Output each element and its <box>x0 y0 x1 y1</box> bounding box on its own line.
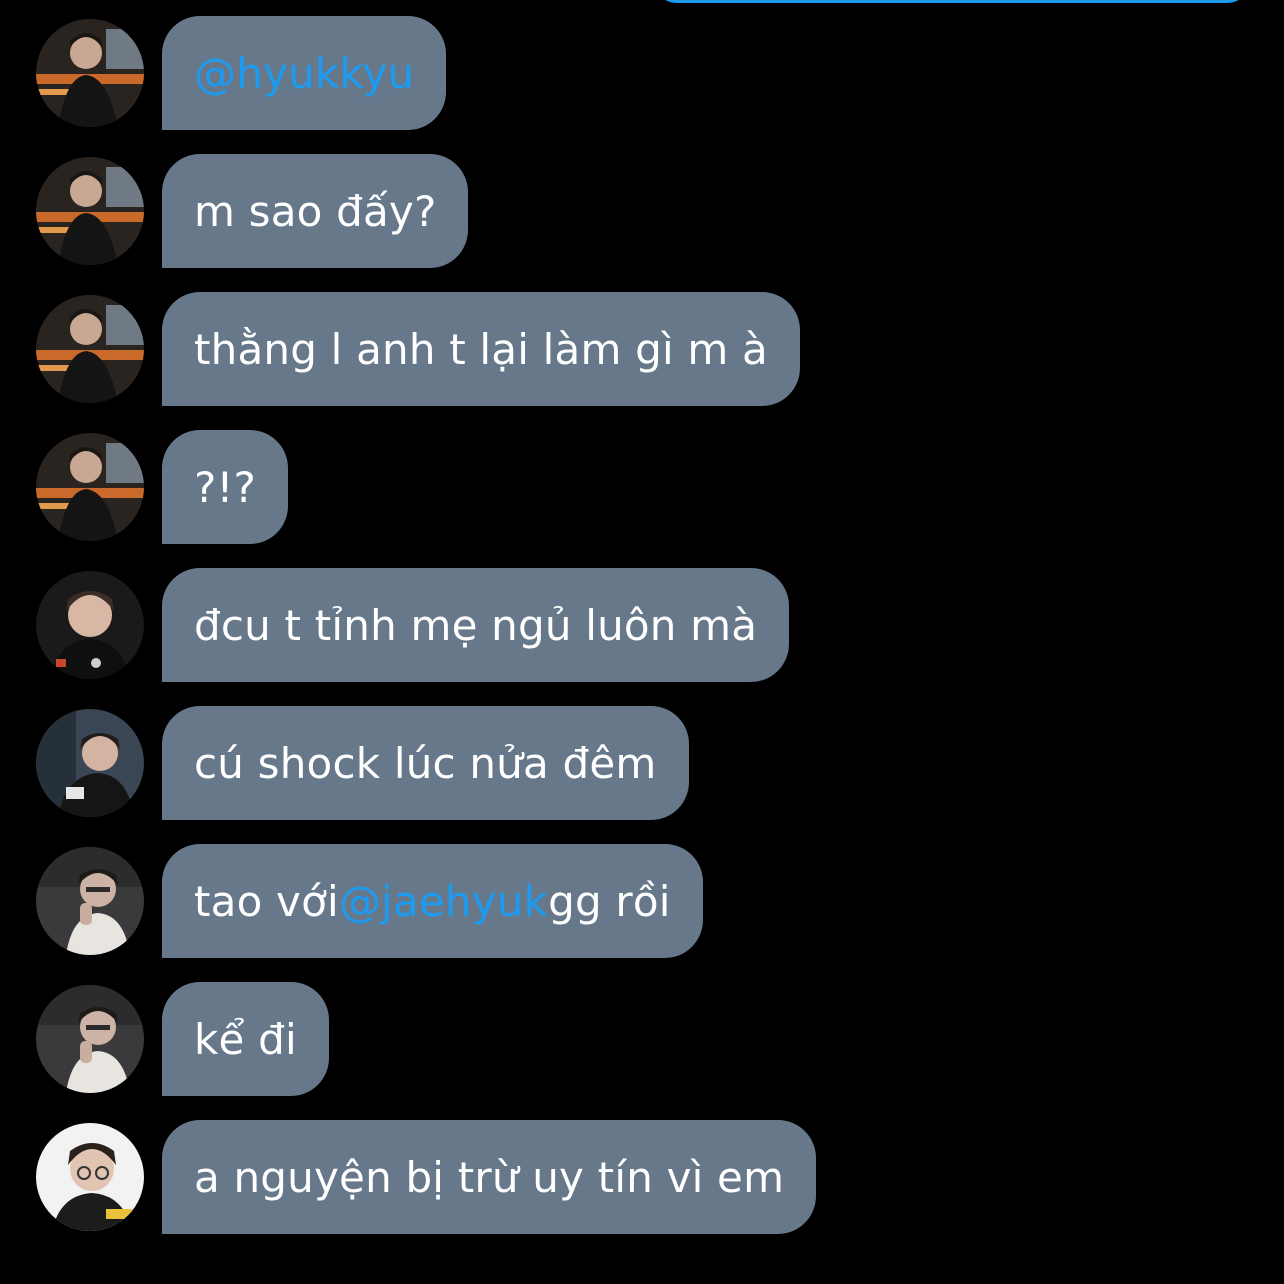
message-row: m sao đấy? <box>0 154 1284 268</box>
message-row: cú shock lúc nửa đêm <box>0 706 1284 820</box>
message-row: kể đi <box>0 982 1284 1096</box>
message-text: đcu t tỉnh mẹ ngủ luôn mà <box>194 600 758 650</box>
message-row: ?!? <box>0 430 1284 544</box>
message-text: a nguyện bị trừ uy tín vì em <box>194 1152 785 1202</box>
user-avatar[interactable] <box>36 985 144 1093</box>
message-text: ?!? <box>194 462 257 512</box>
message-thread: @hyukkyu m sao đấy? thằng l anh t lại là… <box>0 16 1284 1258</box>
message-text: m sao đấy? <box>194 186 437 236</box>
message-bubble[interactable]: tao với @jaehyuk gg rồi <box>162 844 703 958</box>
user-avatar[interactable] <box>36 433 144 541</box>
mention-link[interactable]: @jaehyuk <box>339 877 548 926</box>
user-avatar[interactable] <box>36 19 144 127</box>
user-avatar[interactable] <box>36 295 144 403</box>
message-row: a nguyện bị trừ uy tín vì em <box>0 1120 1284 1234</box>
user-avatar[interactable] <box>36 709 144 817</box>
message-row: tao với @jaehyuk gg rồi <box>0 844 1284 958</box>
message-row: đcu t tỉnh mẹ ngủ luôn mà <box>0 568 1284 682</box>
message-bubble[interactable]: @hyukkyu <box>162 16 447 130</box>
message-text: thằng l anh t lại làm gì m à <box>194 324 768 374</box>
user-avatar[interactable] <box>36 157 144 265</box>
mention-link[interactable]: @hyukkyu <box>194 49 414 98</box>
message-text: gg rồi <box>548 876 671 926</box>
message-row: thằng l anh t lại làm gì m à <box>0 292 1284 406</box>
message-text: tao với <box>194 876 339 926</box>
message-bubble[interactable]: kể đi <box>162 982 329 1096</box>
user-avatar[interactable] <box>36 571 144 679</box>
message-text: cú shock lúc nửa đêm <box>194 738 657 788</box>
user-avatar[interactable] <box>36 1123 144 1231</box>
message-bubble[interactable]: m sao đấy? <box>162 154 469 268</box>
message-bubble[interactable]: a nguyện bị trừ uy tín vì em <box>162 1120 817 1234</box>
message-bubble[interactable]: cú shock lúc nửa đêm <box>162 706 689 820</box>
message-bubble[interactable]: đcu t tỉnh mẹ ngủ luôn mà <box>162 568 790 682</box>
user-avatar[interactable] <box>36 847 144 955</box>
message-text: kể đi <box>194 1014 297 1064</box>
sent-message-bubble[interactable] <box>655 0 1249 3</box>
message-row: @hyukkyu <box>0 16 1284 130</box>
message-bubble[interactable]: ?!? <box>162 430 289 544</box>
message-bubble[interactable]: thằng l anh t lại làm gì m à <box>162 292 800 406</box>
